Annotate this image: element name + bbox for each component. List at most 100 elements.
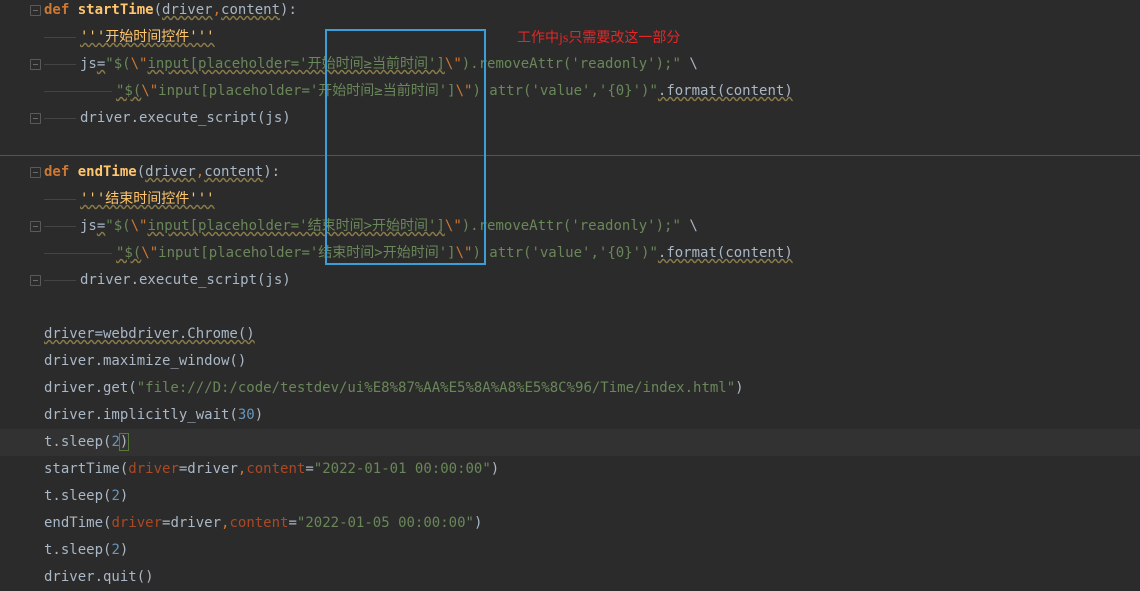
code-token: driver.implicitly_wait( — [44, 407, 238, 423]
fold-marker-icon[interactable] — [30, 275, 41, 286]
code-token: = — [288, 515, 297, 531]
code-token: driver.quit() — [44, 569, 154, 585]
code-token: "$( — [116, 245, 142, 261]
highlight-box — [325, 29, 486, 265]
code-token: 2 — [111, 542, 120, 558]
code-token: startTime( — [44, 461, 129, 477]
code-token: "file:///D:/code/testdev/ui%E8%87%AA%E5%… — [136, 380, 736, 396]
code-line[interactable]: driver.get("file:///D:/code/testdev/ui%E… — [0, 375, 1140, 402]
code-token: driver.get( — [44, 380, 137, 396]
code-token: js — [80, 218, 97, 234]
code-token: t.sleep( — [44, 434, 112, 450]
code-token: ( — [136, 164, 146, 180]
code-line[interactable]: js="$(\"input[placeholder='结束时间>开始时间']\"… — [0, 213, 1140, 240]
code-text: driver.maximize_window() — [44, 348, 246, 375]
code-editor[interactable]: def startTime(driver,content): '''开始时间控件'… — [0, 0, 1140, 585]
code-text: endTime(driver=driver,content="2022-01-0… — [44, 510, 482, 537]
code-token: ): — [263, 164, 281, 180]
fold-marker-icon[interactable] — [30, 167, 41, 178]
code-token: startTime — [77, 2, 154, 18]
code-token: ) — [118, 433, 130, 451]
code-text: def startTime(driver,content): — [44, 0, 297, 24]
code-token: t.sleep( — [44, 488, 112, 504]
code-token: \" — [141, 83, 159, 99]
code-token: content — [229, 515, 289, 531]
code-token: content — [204, 164, 264, 180]
code-token: driver — [111, 515, 163, 531]
code-line[interactable]: def endTime(driver,content): — [0, 159, 1140, 186]
code-token: "$( — [105, 56, 131, 72]
code-token: driver.execute_script(js) — [80, 110, 291, 126]
code-line[interactable]: def startTime(driver,content): — [0, 0, 1140, 24]
code-line[interactable]: startTime(driver=driver,content="2022-01… — [0, 456, 1140, 483]
code-token: ).attr('value','{0}')" — [472, 245, 658, 261]
code-line[interactable]: driver.quit() — [0, 564, 1140, 591]
code-line[interactable]: endTime(driver=driver,content="2022-01-0… — [0, 510, 1140, 537]
indent-guide — [44, 253, 112, 254]
code-token: def — [44, 164, 78, 180]
code-token: .format(content) — [657, 245, 793, 261]
code-line[interactable]: t.sleep(2) — [0, 537, 1140, 564]
code-text: driver.get("file:///D:/code/testdev/ui%E… — [44, 375, 744, 402]
code-token: driver=webdriver.Chrome() — [44, 326, 255, 342]
fold-marker-icon[interactable] — [30, 5, 41, 16]
code-token: ) — [254, 407, 264, 423]
code-line[interactable]: driver.implicitly_wait(30) — [0, 402, 1140, 429]
code-text: driver.execute_script(js) — [80, 267, 291, 294]
code-token: \ — [680, 56, 698, 72]
indent-guide — [44, 64, 76, 65]
code-line[interactable]: driver.execute_script(js) — [0, 267, 1140, 294]
code-token: t.sleep( — [44, 542, 112, 558]
code-token: content — [246, 461, 306, 477]
code-token: 2 — [111, 488, 120, 504]
code-token: ) — [735, 380, 744, 396]
code-line[interactable] — [0, 294, 1140, 321]
code-line[interactable]: js="$(\"input[placeholder='开始时间≥当前时间']\"… — [0, 51, 1140, 78]
code-line[interactable]: driver.execute_script(js) — [0, 105, 1140, 132]
code-token: 30 — [237, 407, 255, 423]
code-token: '''结束时间控件''' — [80, 191, 215, 207]
code-text: startTime(driver=driver,content="2022-01… — [44, 456, 499, 483]
code-line[interactable] — [0, 132, 1140, 159]
code-token: ) — [490, 461, 500, 477]
code-token: 2 — [111, 434, 120, 450]
code-line[interactable]: t.sleep(2) — [0, 429, 1140, 456]
indent-guide — [44, 280, 76, 281]
fold-marker-icon[interactable] — [30, 59, 41, 70]
code-line[interactable]: driver.maximize_window() — [0, 348, 1140, 375]
code-token: driver.execute_script(js) — [80, 272, 291, 288]
code-line[interactable]: t.sleep(2) — [0, 483, 1140, 510]
fold-marker-icon[interactable] — [30, 221, 41, 232]
code-text: driver.implicitly_wait(30) — [44, 402, 263, 429]
code-token: endTime( — [44, 515, 112, 531]
code-token: '''开始时间控件''' — [80, 29, 215, 45]
indent-guide — [44, 226, 76, 227]
code-text: driver.quit() — [44, 564, 154, 591]
indent-guide — [44, 37, 76, 38]
code-line[interactable]: '''结束时间控件''' — [0, 186, 1140, 213]
code-text: '''开始时间控件''' — [80, 24, 215, 51]
code-text: driver.execute_script(js) — [80, 105, 291, 132]
indent-guide — [44, 118, 76, 119]
code-text: '''结束时间控件''' — [80, 186, 215, 213]
code-token: ) — [119, 542, 129, 558]
code-token: content — [221, 2, 281, 18]
code-token: ) — [119, 488, 129, 504]
code-text: driver=webdriver.Chrome() — [44, 321, 255, 348]
code-text: t.sleep(2) — [44, 537, 128, 564]
fold-marker-icon[interactable] — [30, 113, 41, 124]
code-token: "$( — [116, 83, 142, 99]
code-token: driver — [145, 164, 196, 180]
code-token: driver — [128, 461, 179, 477]
code-line[interactable]: "$(\"input[placeholder='开始时间≥当前时间']\").a… — [0, 78, 1140, 105]
code-line[interactable]: driver=webdriver.Chrome() — [0, 321, 1140, 348]
code-token: ).removeAttr('readonly');" — [461, 56, 681, 72]
code-token: , — [195, 164, 205, 180]
code-token: endTime — [77, 164, 137, 180]
code-line[interactable]: "$(\"input[placeholder='结束时间>开始时间']\").a… — [0, 240, 1140, 267]
code-token: ): — [280, 2, 297, 18]
code-token: \ — [680, 218, 698, 234]
code-token: ).removeAttr('readonly');" — [461, 218, 681, 234]
indent-guide — [44, 199, 76, 200]
code-token: \" — [130, 218, 148, 234]
